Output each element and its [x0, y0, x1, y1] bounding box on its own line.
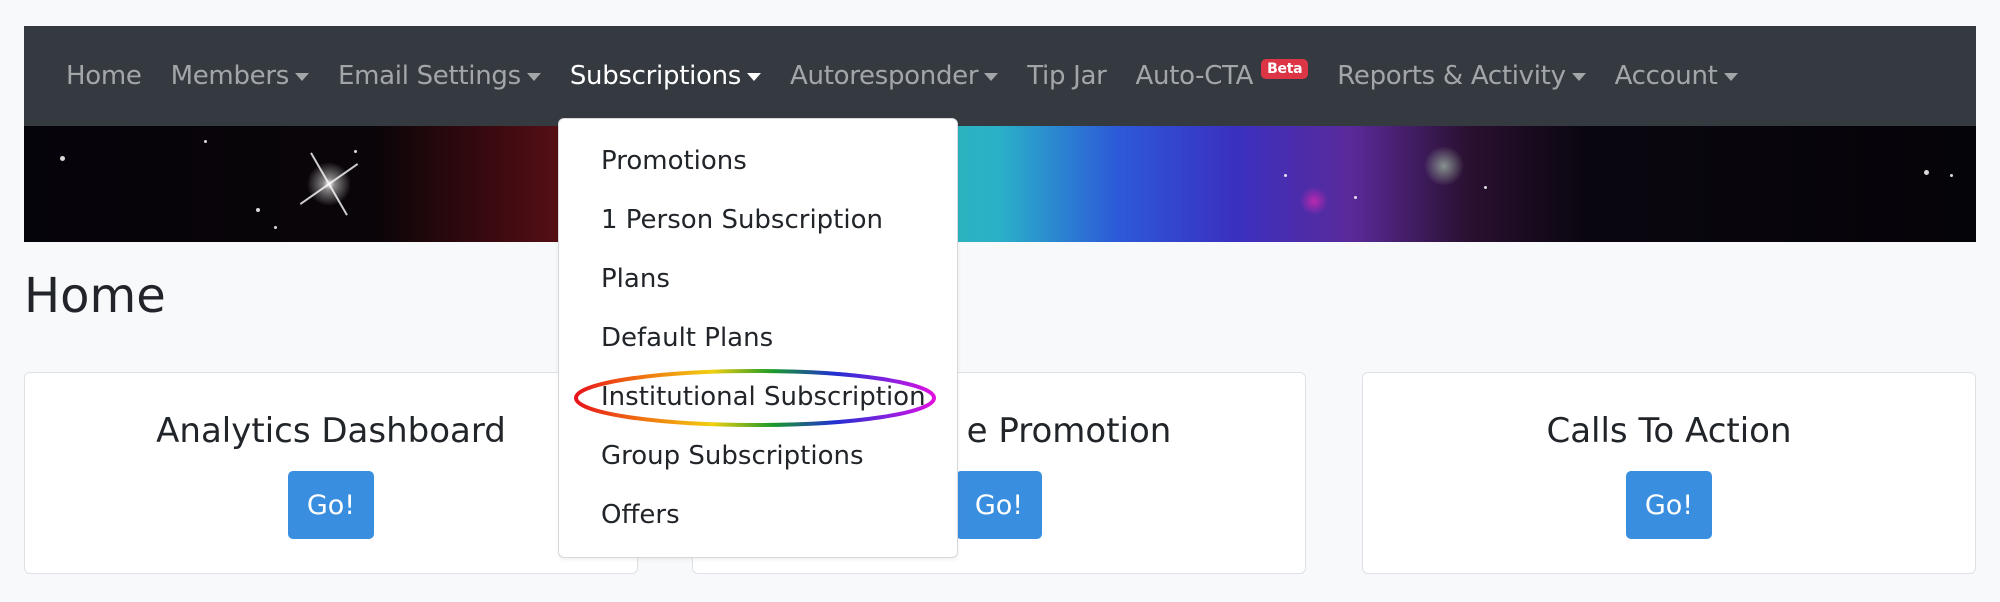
card-analytics-dashboard: Analytics Dashboard Go! — [24, 372, 638, 574]
caret-down-icon — [747, 73, 762, 81]
go-button[interactable]: Go! — [956, 471, 1042, 539]
nav-autoresponder[interactable]: Autoresponder — [790, 61, 999, 91]
dropdown-item-1-person-subscription[interactable]: 1 Person Subscription — [601, 200, 883, 240]
dropdown-item-plans[interactable]: Plans — [601, 259, 670, 299]
star — [1484, 186, 1487, 189]
go-button[interactable]: Go! — [288, 471, 374, 539]
nav-reports-activity[interactable]: Reports & Activity — [1337, 61, 1586, 91]
nav-reports-activity-label: Reports & Activity — [1337, 61, 1566, 91]
nav-tip-jar[interactable]: Tip Jar — [1027, 61, 1107, 91]
dropdown-item-default-plans[interactable]: Default Plans — [601, 318, 773, 358]
top-navbar: Home Members Email Settings Subscription… — [24, 26, 1976, 126]
nav-home-label: Home — [66, 61, 142, 91]
page-title: Home — [24, 268, 166, 324]
star — [354, 150, 357, 153]
nav-autoresponder-label: Autoresponder — [790, 61, 979, 91]
star — [256, 208, 260, 212]
nav-auto-cta[interactable]: Auto-CTA Beta — [1135, 59, 1309, 91]
star — [60, 156, 65, 161]
caret-down-icon — [1723, 73, 1738, 81]
subscriptions-dropdown-menu: Promotions 1 Person Subscription Plans D… — [558, 118, 958, 558]
star — [274, 226, 277, 229]
nav-account-label: Account — [1614, 61, 1718, 91]
star — [1950, 174, 1953, 177]
nav-members[interactable]: Members — [171, 61, 309, 91]
card-calls-to-action: Calls To Action Go! — [1362, 372, 1976, 574]
star-sparkle — [310, 152, 348, 216]
nav-members-label: Members — [170, 61, 290, 91]
nav-tip-jar-label: Tip Jar — [1027, 61, 1107, 91]
caret-down-icon — [984, 73, 999, 81]
nav-email-settings-label: Email Settings — [338, 61, 521, 91]
nav-home[interactable]: Home — [66, 61, 142, 91]
nav-email-settings[interactable]: Email Settings — [338, 61, 541, 91]
card-title: Calls To Action — [1546, 411, 1792, 451]
go-button[interactable]: Go! — [1626, 471, 1712, 539]
nav-subscriptions[interactable]: Subscriptions — [569, 61, 762, 91]
caret-down-icon — [295, 73, 309, 81]
beta-badge: Beta — [1261, 59, 1309, 79]
star — [1354, 196, 1357, 199]
card-title: Analytics Dashboard — [156, 411, 506, 451]
nav-account[interactable]: Account — [1615, 61, 1738, 91]
star — [204, 140, 207, 143]
dropdown-item-offers[interactable]: Offers — [601, 495, 680, 535]
space-banner-image — [24, 126, 1976, 242]
star — [1924, 170, 1929, 175]
nav-auto-cta-label: Auto-CTA — [1135, 61, 1254, 91]
caret-down-icon — [526, 73, 541, 81]
dropdown-item-group-subscriptions[interactable]: Group Subscriptions — [601, 436, 864, 476]
dropdown-item-institutional-subscription[interactable]: Institutional Subscription — [601, 377, 926, 417]
dropdown-item-promotions[interactable]: Promotions — [601, 141, 747, 181]
nav-subscriptions-label: Subscriptions — [569, 61, 742, 91]
star — [1284, 174, 1287, 177]
caret-down-icon — [1571, 73, 1586, 81]
